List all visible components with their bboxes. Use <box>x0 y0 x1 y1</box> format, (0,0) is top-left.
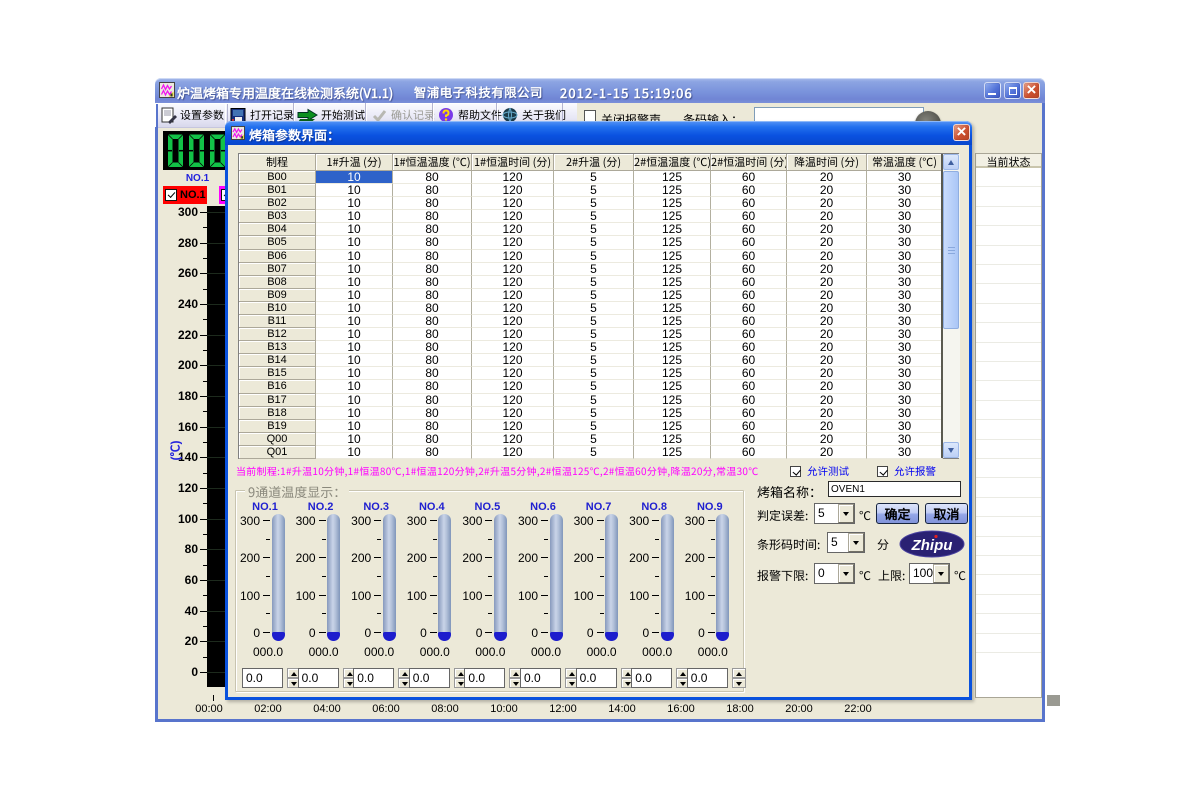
svg-text:Zhipu: Zhipu <box>911 537 953 554</box>
